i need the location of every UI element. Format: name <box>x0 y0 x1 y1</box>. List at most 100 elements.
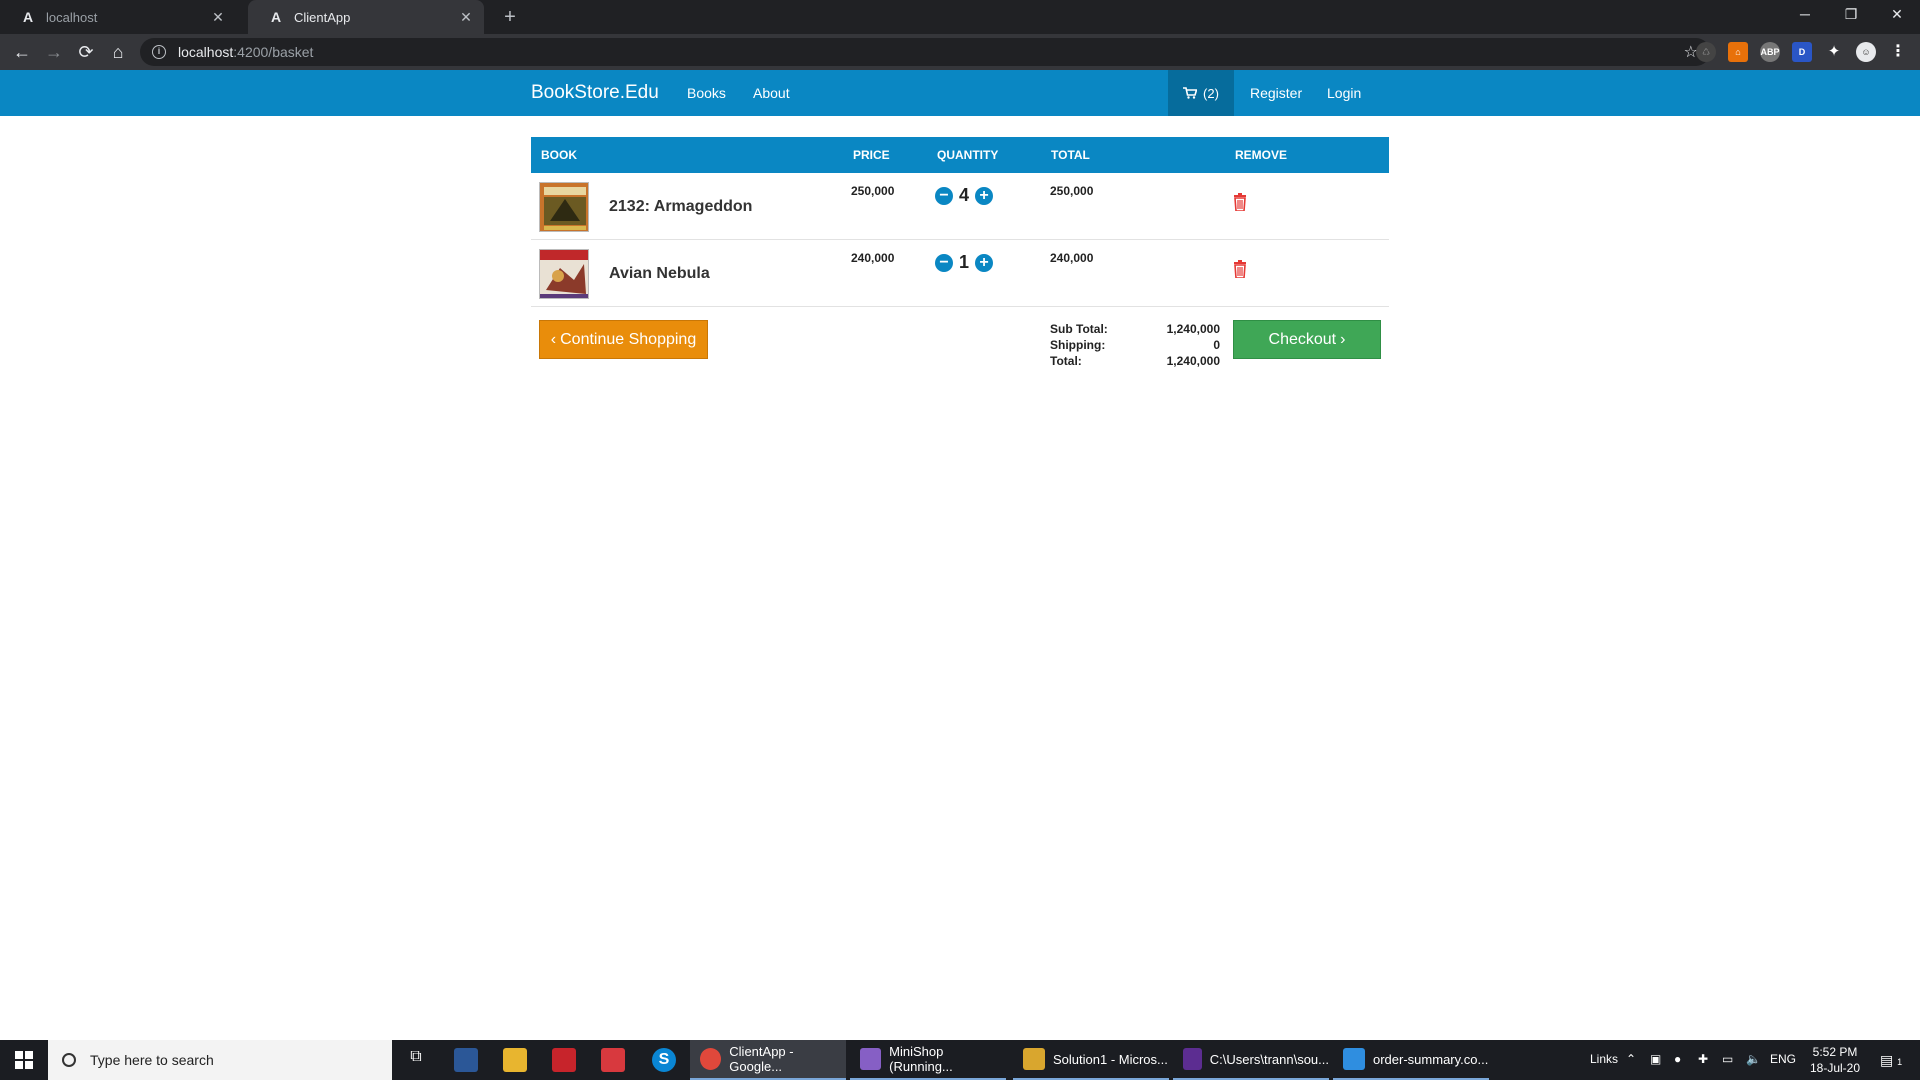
menu-kebab-icon[interactable]: ⋮ <box>1888 42 1908 62</box>
header-total: TOTAL <box>1051 148 1090 162</box>
avatar[interactable]: ☺ <box>1856 42 1876 62</box>
taskbar-app-solution[interactable]: Solution1 - Micros... <box>1013 1040 1169 1080</box>
quantity-value: 1 <box>958 252 969 272</box>
clock-time: 5:52 PM <box>1812 1045 1858 1059</box>
chevron-left-icon: ‹ <box>550 330 557 348</box>
angular-icon: A <box>270 9 282 25</box>
taskbar-app-terminal[interactable]: C:\Users\trann\sou... <box>1173 1040 1329 1080</box>
forward-icon[interactable]: → <box>42 40 66 64</box>
file-explorer-icon[interactable] <box>503 1048 527 1072</box>
total-value: 1,240,000 <box>1166 354 1220 368</box>
sql-icon <box>1023 1048 1045 1070</box>
close-icon[interactable]: ✕ <box>458 9 474 25</box>
restore-button[interactable]: ❐ <box>1828 0 1874 30</box>
tab-localhost[interactable]: A localhost ✕ <box>0 0 236 34</box>
item-total: 250,000 <box>1050 184 1094 198</box>
app-icon[interactable] <box>552 1048 576 1072</box>
task-view-icon[interactable]: ⧉ <box>404 1048 428 1072</box>
notification-icon[interactable]: ▤ 1 <box>1880 1052 1902 1069</box>
plus-icon[interactable]: + <box>975 253 993 272</box>
taskbar-app-label: ClientApp - Google... <box>729 1044 794 1074</box>
cart-icon <box>1183 87 1198 99</box>
url-host: localhost <box>178 44 234 60</box>
trash-icon[interactable] <box>1233 193 1247 211</box>
brand-logo[interactable]: BookStore.Edu <box>531 82 659 104</box>
vscode-icon <box>1343 1048 1365 1070</box>
quantity-value: 4 <box>958 185 969 205</box>
url-path: :4200/basket <box>233 44 314 60</box>
header-book: BOOK <box>541 148 577 162</box>
address-bar[interactable]: i localhost :4200/basket ☆ <box>140 38 1710 66</box>
minus-icon[interactable]: − <box>935 186 953 205</box>
taskbar-search[interactable]: Type here to search <box>48 1040 392 1080</box>
book-cover-graphic <box>540 250 588 298</box>
home-icon[interactable]: ⌂ <box>106 40 130 64</box>
tray-app-icon[interactable]: ● <box>1674 1052 1681 1066</box>
trash-icon[interactable] <box>1233 260 1247 278</box>
subtotal-label: Sub Total: <box>1050 322 1108 336</box>
subtotal-value: 1,240,000 <box>1166 322 1220 336</box>
network-icon[interactable]: ▭ <box>1722 1052 1733 1066</box>
close-icon[interactable]: ✕ <box>210 9 226 25</box>
book-title[interactable]: 2132: Armageddon <box>609 198 752 216</box>
puzzle-icon[interactable]: ✦ <box>1824 42 1844 62</box>
powershell-icon[interactable] <box>454 1048 478 1072</box>
nav-books[interactable]: Books <box>687 85 726 101</box>
extension-icon[interactable]: ⌂ <box>1728 42 1748 62</box>
minimize-button[interactable]: ─ <box>1782 0 1828 30</box>
tray-app-icon[interactable]: ▣ <box>1650 1052 1661 1066</box>
shipping-label: Shipping: <box>1050 338 1106 352</box>
info-icon[interactable]: i <box>152 45 166 59</box>
book-cover-graphic <box>540 183 588 231</box>
taskbar-app-label: C:\Users\trann\sou... <box>1209 1051 1329 1067</box>
shipping-value: 0 <box>1213 338 1220 352</box>
taskbar-app-label: Solution1 - Micros... <box>1053 1051 1168 1067</box>
system-clock[interactable]: 5:52 PM 18-Jul-20 <box>1800 1044 1870 1076</box>
extension-icon[interactable]: ♺ <box>1696 42 1716 62</box>
book-cover-image[interactable] <box>539 249 589 299</box>
header-remove: REMOVE <box>1235 148 1288 162</box>
start-button[interactable] <box>0 1040 48 1080</box>
app-navbar: BookStore.Edu Books About (2) Register L… <box>0 70 1920 116</box>
book-cover-image[interactable] <box>539 182 589 232</box>
windows-taskbar: Type here to search ⧉ S ClientApp - Goog… <box>0 1040 1920 1080</box>
item-total: 240,000 <box>1050 251 1094 265</box>
tab-clientapp[interactable]: A ClientApp ✕ <box>248 0 484 34</box>
skype-icon[interactable]: S <box>652 1048 676 1072</box>
quantity-stepper: − 4 + <box>935 185 993 206</box>
nav-about[interactable]: About <box>753 85 790 101</box>
taskbar-app-chrome[interactable]: ClientApp - Google... <box>690 1040 846 1080</box>
tab-title: localhost <box>46 9 98 25</box>
checkout-button[interactable]: Checkout › <box>1233 320 1381 359</box>
new-tab-button[interactable]: + <box>498 5 522 29</box>
extension-icon[interactable]: D <box>1792 42 1812 62</box>
nav-login[interactable]: Login <box>1327 85 1361 101</box>
close-window-button[interactable]: ✕ <box>1874 0 1920 30</box>
continue-shopping-button[interactable]: ‹ Continue Shopping <box>539 320 708 359</box>
tray-links[interactable]: Links <box>1590 1052 1618 1066</box>
plus-icon[interactable]: + <box>975 186 993 205</box>
tray-app-icon[interactable]: ✚ <box>1698 1052 1708 1066</box>
item-price: 240,000 <box>851 251 895 265</box>
minus-icon[interactable]: − <box>935 253 953 272</box>
app-icon[interactable] <box>601 1048 625 1072</box>
table-row: 2132: Armageddon 250,000 − 4 + 250,000 <box>531 173 1389 240</box>
taskbar-app-vscode[interactable]: order-summary.co... <box>1333 1040 1489 1080</box>
cart-button[interactable]: (2) <box>1168 70 1234 116</box>
book-title[interactable]: Avian Nebula <box>609 265 710 283</box>
adblock-icon[interactable]: ABP <box>1760 42 1780 62</box>
language-indicator[interactable]: ENG <box>1770 1052 1796 1066</box>
clock-date: 18-Jul-20 <box>1809 1061 1861 1075</box>
basket-table: BOOK PRICE QUANTITY TOTAL REMOVE 2132: A… <box>531 137 1389 368</box>
table-row: Avian Nebula 240,000 − 1 + 240,000 <box>531 240 1389 307</box>
table-header: BOOK PRICE QUANTITY TOTAL REMOVE <box>531 137 1389 173</box>
taskbar-app-visual-studio[interactable]: MiniShop (Running... <box>850 1040 1006 1080</box>
browser-tabstrip: A localhost ✕ A ClientApp ✕ + ─ ❐ ✕ <box>0 0 1920 34</box>
total-label: Total: <box>1050 354 1082 368</box>
nav-register[interactable]: Register <box>1250 85 1302 101</box>
volume-icon[interactable]: 🔈 <box>1746 1052 1761 1066</box>
reload-icon[interactable]: ⟳ <box>74 40 98 64</box>
taskbar-app-label: order-summary.co... <box>1373 1051 1489 1067</box>
back-icon[interactable]: ← <box>10 40 34 64</box>
chevron-up-icon[interactable]: ⌃ <box>1626 1052 1636 1066</box>
